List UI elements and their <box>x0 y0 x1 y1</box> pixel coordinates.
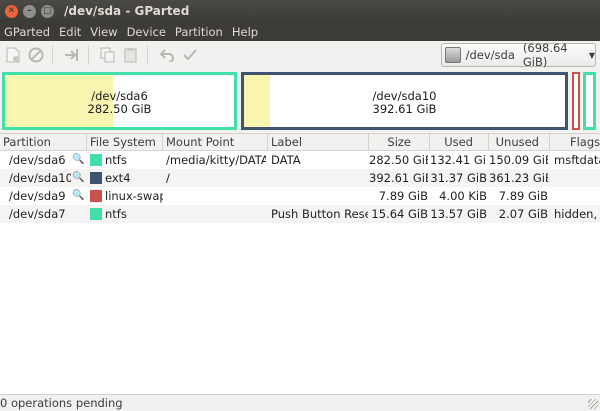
cell-flags <box>554 187 600 205</box>
window-title: /dev/sda - GParted <box>64 4 190 18</box>
status-text: 0 operations pending <box>0 396 123 410</box>
cell-label: DATA <box>271 153 301 167</box>
cell-label: Push Button Reset <box>271 207 368 221</box>
cell-used: 31.37 GiB <box>430 171 487 185</box>
column-header-size[interactable]: Size <box>369 134 430 151</box>
close-window-button[interactable]: ✕ <box>5 4 18 18</box>
device-size: (698.64 GiB) <box>522 41 568 69</box>
cell-unused: 361.23 GiB <box>489 171 548 185</box>
mounted-key-icon: 🔍 <box>72 190 85 201</box>
table-row[interactable]: /dev/sda7 ntfs Push Button Reset 15.64 GiB 1… <box>0 205 600 223</box>
cell-unused: 150.09 GiB <box>489 153 548 167</box>
cell-partition: /dev/sda6 <box>9 153 66 167</box>
cell-mountpoint <box>166 205 266 223</box>
cell-flags: hidden, d <box>554 207 600 221</box>
diskmap-partition-sda9[interactable] <box>572 72 580 130</box>
table-row[interactable]: /dev/sda10 🔍 ext4 / 392.61 GiB 31.37 GiB 361.2… <box>0 169 600 187</box>
device-selector[interactable]: /dev/sda (698.64 GiB) ▼ <box>441 41 596 69</box>
cell-size: 282.50 GiB <box>369 153 428 167</box>
cell-mountpoint: / <box>166 171 170 185</box>
diskmap-partition-sda7[interactable] <box>583 72 596 130</box>
diskmap-partition-sda6[interactable]: /dev/sda6 282.50 GiB <box>2 72 237 130</box>
diskmap-label: /dev/sda10 392.61 GiB <box>244 90 565 116</box>
cell-partition: /dev/sda7 <box>9 207 66 221</box>
menu-device[interactable]: Device <box>123 25 171 39</box>
diskmap-label: /dev/sda6 282.50 GiB <box>5 90 234 116</box>
column-header-flags[interactable]: Flags <box>550 134 600 151</box>
filesystem-color-swatch <box>90 172 102 184</box>
filesystem-color-swatch <box>90 190 102 202</box>
filesystem-color-swatch <box>90 208 102 220</box>
cell-label <box>271 169 368 187</box>
cell-used: 13.57 GiB <box>430 207 487 221</box>
toolbar-separator <box>147 45 148 65</box>
mounted-key-icon: 🔍 <box>72 154 85 165</box>
filesystem-color-swatch <box>90 154 102 166</box>
apply-icon[interactable] <box>180 45 200 65</box>
partition-size: 392.61 GiB <box>372 102 437 116</box>
column-header-unused[interactable]: Unused <box>489 134 550 151</box>
title-bar: ✕ – □ /dev/sda - GParted <box>0 0 600 22</box>
cell-partition: /dev/sda9 <box>9 189 66 203</box>
cell-unused: 7.89 GiB <box>498 189 548 203</box>
status-bar: 0 operations pending <box>0 394 600 411</box>
toolbar: /dev/sda (698.64 GiB) ▼ <box>0 41 600 69</box>
cell-unused: 2.07 GiB <box>498 207 548 221</box>
maximize-window-button[interactable]: □ <box>41 4 54 18</box>
menu-help[interactable]: Help <box>228 25 263 39</box>
cell-size: 7.89 GiB <box>378 189 428 203</box>
menu-edit[interactable]: Edit <box>55 25 86 39</box>
diskmap-partition-sda10[interactable]: /dev/sda10 392.61 GiB <box>241 72 568 130</box>
new-partition-icon[interactable] <box>3 45 23 65</box>
toolbar-separator <box>52 45 53 65</box>
delete-partition-icon[interactable] <box>26 45 46 65</box>
table-row[interactable]: /dev/sda6 🔍 ntfs/media/kitty/DATA DATA 282.5… <box>0 151 600 169</box>
resize-move-icon[interactable] <box>62 45 82 65</box>
cell-flags <box>554 169 600 187</box>
cell-filesystem: ntfs <box>105 153 127 167</box>
cell-filesystem: ntfs <box>105 207 127 221</box>
column-header-label[interactable]: Label <box>268 134 369 151</box>
cell-mountpoint: /media/kitty/DATA <box>166 153 266 167</box>
partition-table: Partition File System Mount Point Label … <box>0 133 600 394</box>
cell-used: 132.41 GiB <box>430 153 487 167</box>
menu-partition[interactable]: Partition <box>171 25 228 39</box>
cell-filesystem: linux-swap <box>105 189 163 203</box>
chevron-down-icon: ▼ <box>588 50 595 60</box>
column-header-filesystem[interactable]: File System <box>87 134 163 151</box>
device-name: /dev/sda <box>465 48 515 62</box>
resize-grip[interactable] <box>588 399 598 409</box>
toolbar-separator <box>88 45 89 65</box>
disk-map: /dev/sda6 282.50 GiB /dev/sda10 392.61 G… <box>0 69 600 133</box>
disk-icon <box>445 47 461 63</box>
menu-view[interactable]: View <box>86 25 122 39</box>
column-header-mountpoint[interactable]: Mount Point <box>163 134 268 151</box>
column-header-partition[interactable]: Partition <box>0 134 87 151</box>
cell-size: 392.61 GiB <box>369 171 428 185</box>
minimize-window-button[interactable]: – <box>23 4 36 18</box>
undo-icon[interactable] <box>157 45 177 65</box>
partition-size: 282.50 GiB <box>87 102 152 116</box>
column-header-used[interactable]: Used <box>430 134 489 151</box>
menu-bar: GParted Edit View Device Partition Help <box>0 22 600 41</box>
cell-filesystem: ext4 <box>105 171 131 185</box>
mounted-key-icon: 🔍 <box>72 172 85 183</box>
paste-icon[interactable] <box>121 45 141 65</box>
cell-partition: /dev/sda10 <box>9 171 71 185</box>
copy-icon[interactable] <box>98 45 118 65</box>
cell-flags: msftdata <box>554 153 600 167</box>
cell-mountpoint <box>166 187 266 205</box>
table-row[interactable]: /dev/sda9 🔍 linux-swap 7.89 GiB 4.00 KiB 7.89… <box>0 187 600 205</box>
cell-label <box>271 187 368 205</box>
menu-gparted[interactable]: GParted <box>0 25 55 39</box>
cell-used: 4.00 KiB <box>439 189 487 203</box>
table-header: Partition File System Mount Point Label … <box>0 133 600 151</box>
cell-size: 15.64 GiB <box>371 207 428 221</box>
